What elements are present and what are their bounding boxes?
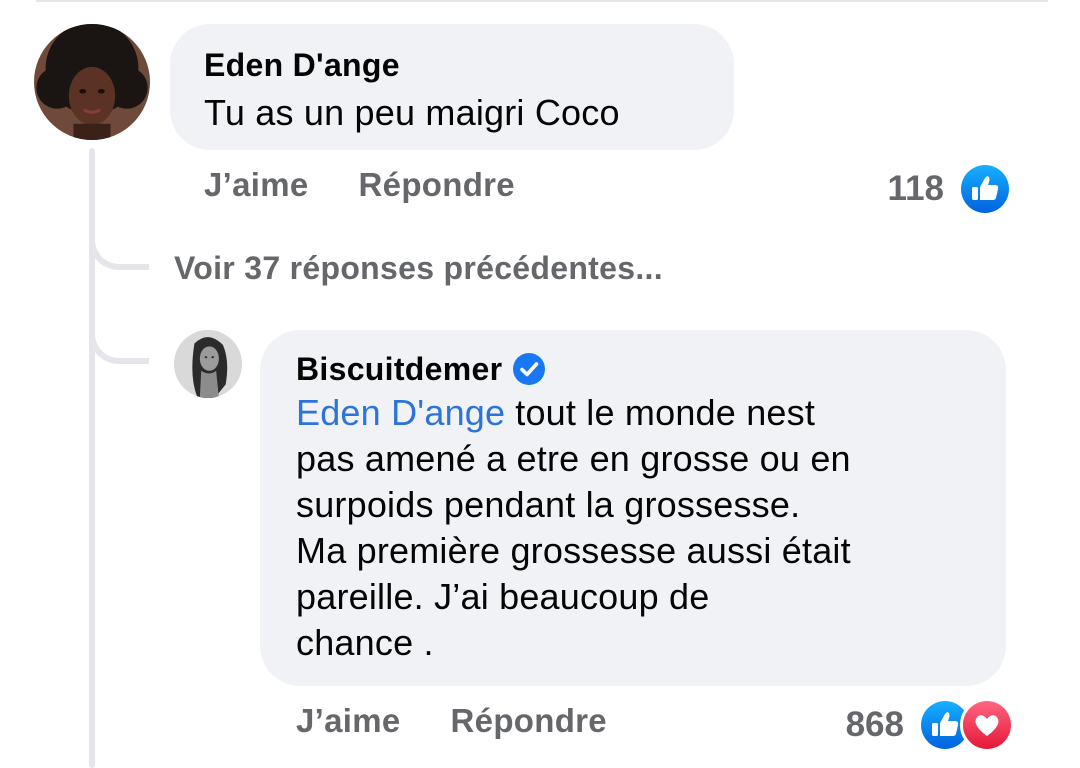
reply-author-row: Biscuitdemer (296, 350, 976, 388)
comment-like-button[interactable]: J’aime (204, 166, 309, 204)
reply-mention-link[interactable]: Eden D'ange (296, 392, 505, 433)
comment-actions: J’aime Répondre (204, 166, 515, 204)
reply-text: Eden D'ange tout le monde nest pas amené … (296, 390, 976, 666)
avatar-biscuitdemer[interactable] (174, 330, 242, 398)
reply-reactions[interactable]: 868 (846, 698, 1014, 752)
reply-text-line-1: tout le monde nest (515, 392, 816, 433)
reply-text-line-2: pas amené a etre en grosse ou en (296, 438, 851, 479)
reply-actions: J’aime Répondre (296, 702, 607, 740)
comment-bubble: Eden D'ange Tu as un peu maigri Coco (170, 24, 734, 150)
comment-author[interactable]: Eden D'ange (204, 46, 734, 84)
reply-text-line-3: surpoids pendant la grossesse. (296, 484, 801, 525)
reply-reply-button[interactable]: Répondre (451, 702, 607, 740)
love-icon (960, 698, 1014, 752)
thread-branch-view-more (89, 228, 149, 270)
avatar-eden[interactable] (34, 24, 150, 140)
avatar-biscuitdemer-image (174, 330, 242, 398)
comment-reactions[interactable]: 118 (888, 162, 1012, 216)
avatar-eden-image (34, 24, 150, 140)
verified-badge-icon (512, 352, 546, 386)
view-previous-replies-link[interactable]: Voir 37 réponses précédentes... (174, 250, 663, 287)
reply-like-button[interactable]: J’aime (296, 702, 401, 740)
top-divider (36, 0, 1048, 2)
comment-reaction-count: 118 (887, 169, 944, 208)
reply-reaction-count: 868 (845, 705, 904, 744)
reply-author[interactable]: Biscuitdemer (296, 350, 502, 388)
thread-branch-reply (89, 322, 149, 364)
comment-text: Tu as un peu maigri Coco (204, 92, 620, 133)
reply-text-line-6: chance . (296, 622, 434, 663)
comment-reply-button[interactable]: Répondre (359, 166, 515, 204)
reply-bubble: Biscuitdemer Eden D'ange tout le monde ne… (260, 330, 1006, 686)
reply-text-line-4: Ma première grossesse aussi était (296, 530, 851, 571)
reply-text-line: Eden D'ange tout le monde nest (296, 390, 976, 436)
reply-text-line-5: pareille. J’ai beaucoup de (296, 576, 710, 617)
like-icon (958, 162, 1012, 216)
